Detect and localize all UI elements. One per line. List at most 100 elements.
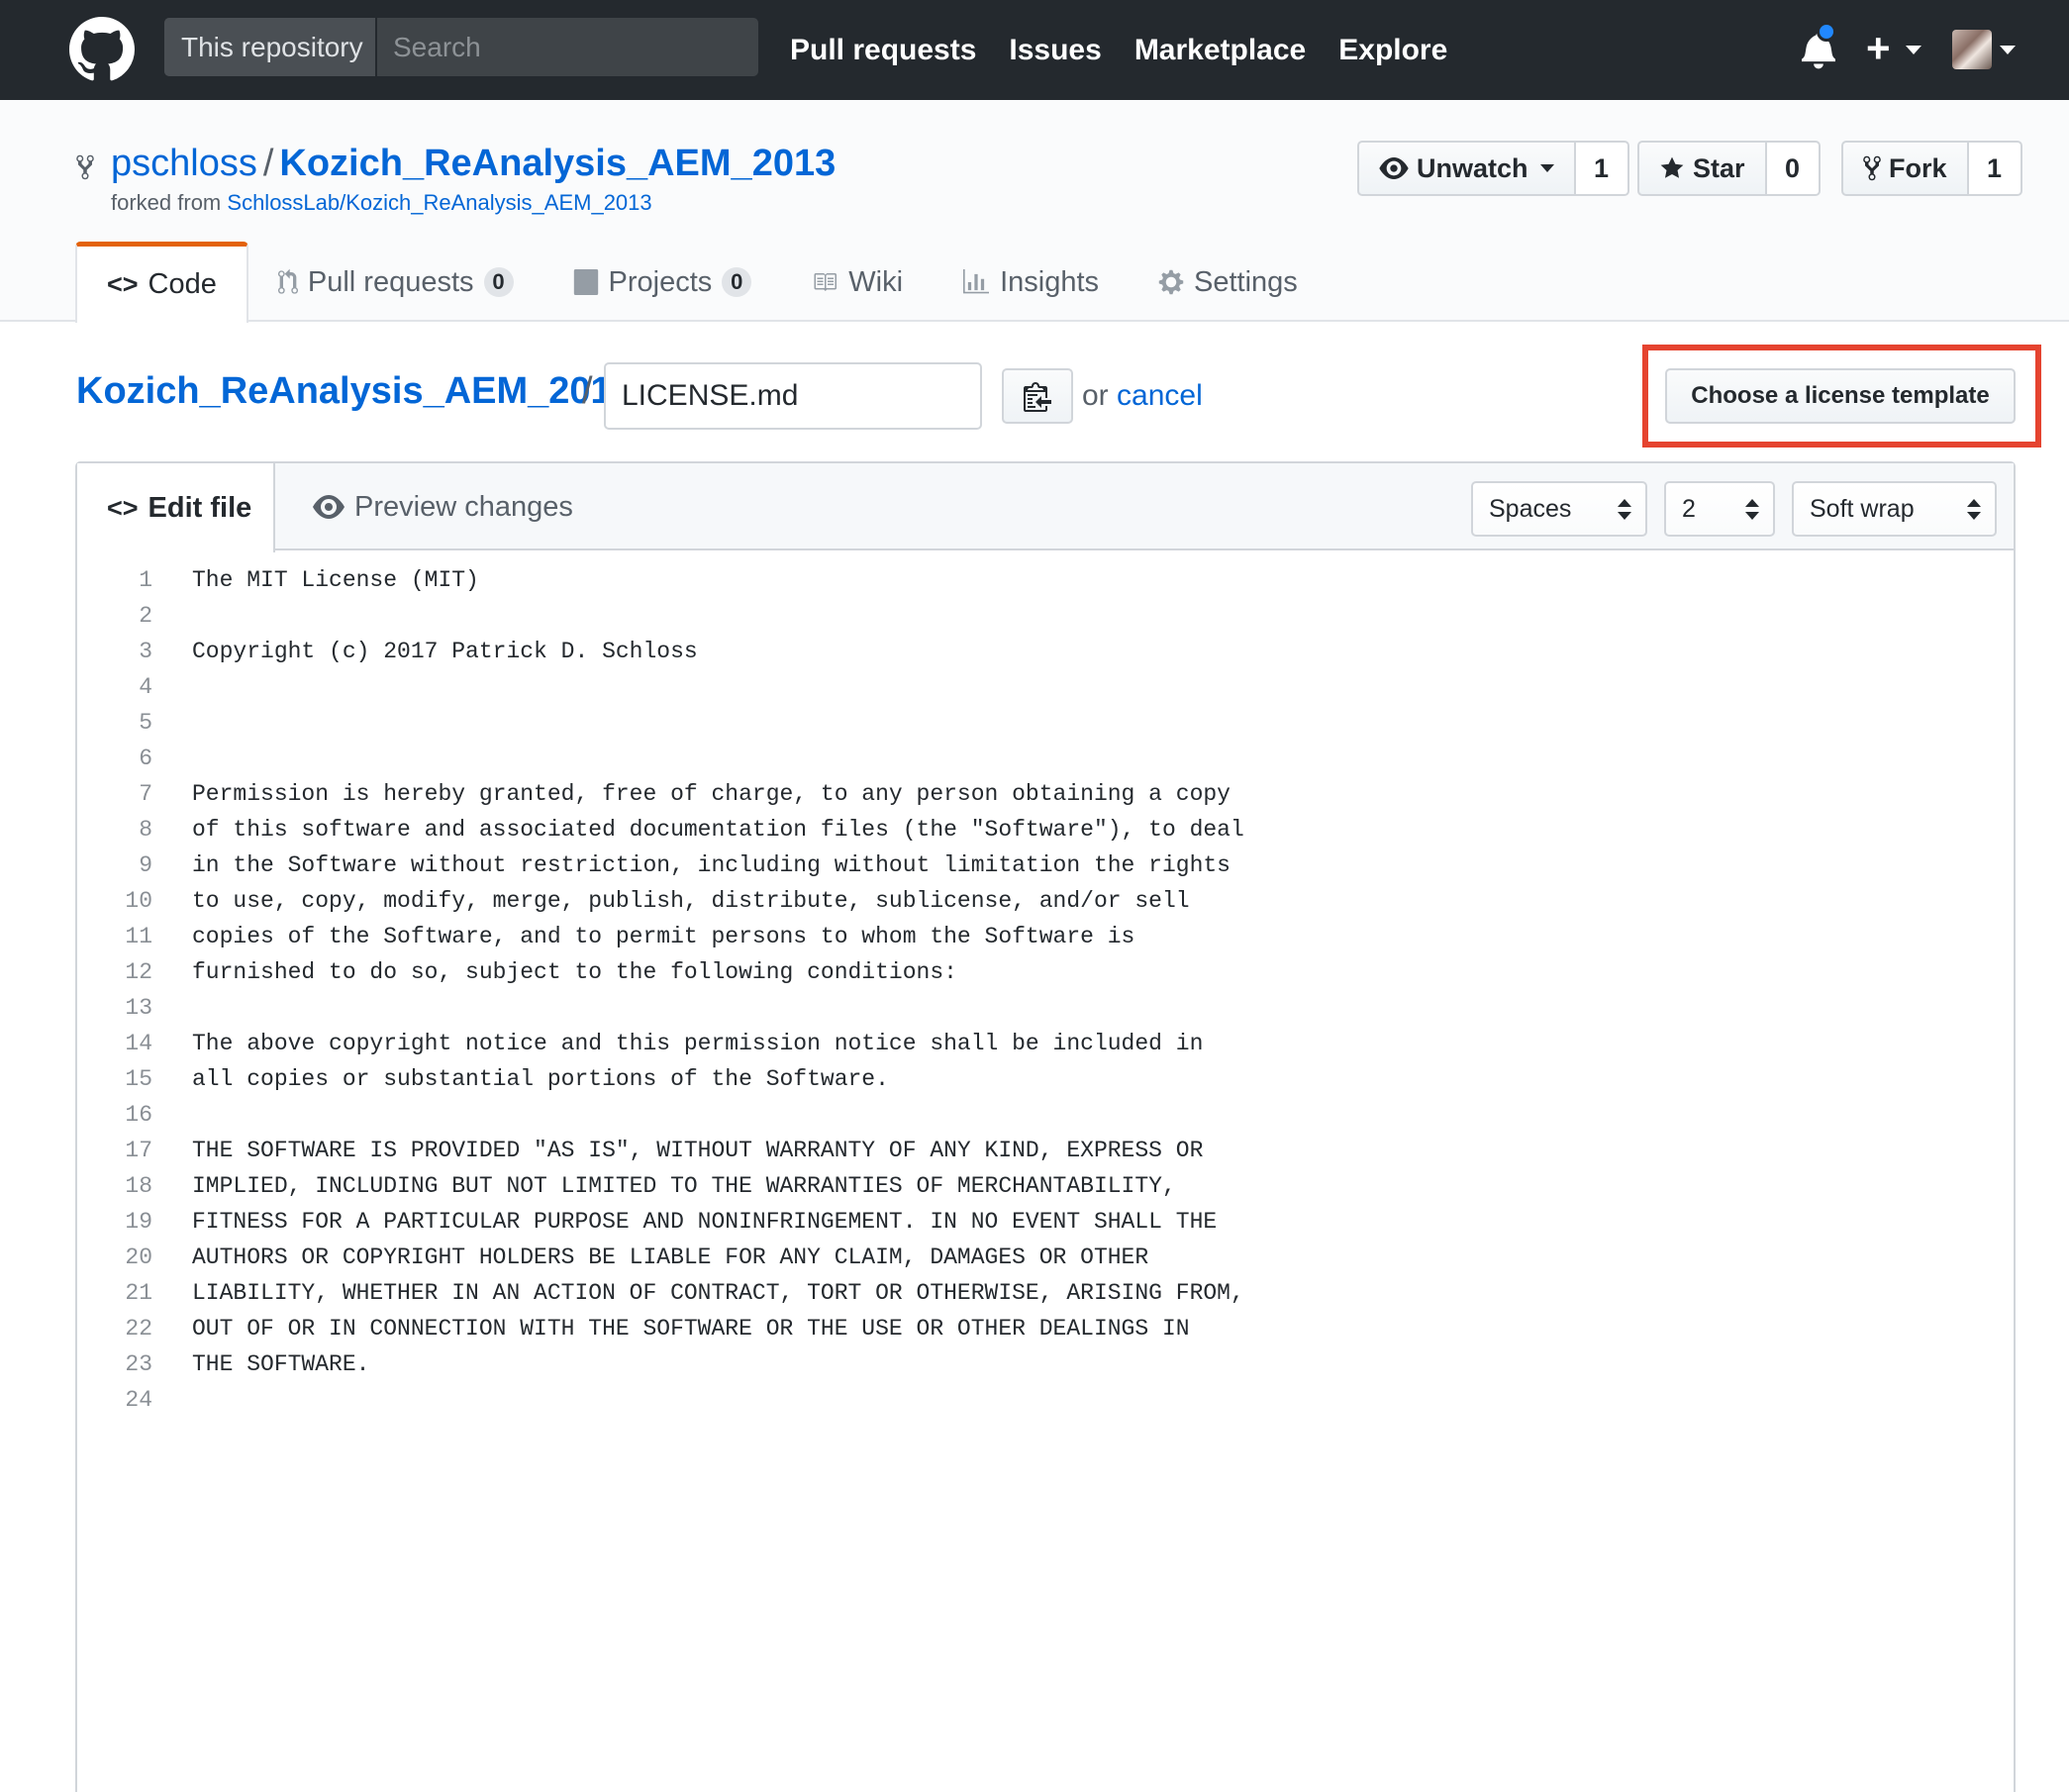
code-line[interactable]: 19 FITNESS FOR A PARTICULAR PURPOSE AND N… [77,1204,2014,1240]
line-text[interactable]: Permission is hereby granted, free of ch… [152,781,1231,807]
wrap-mode-select[interactable]: Soft wrap [1792,481,1997,537]
tab-wiki[interactable]: Wiki [781,242,933,323]
tab-preview-changes-label: Preview changes [354,490,573,523]
line-number: 2 [139,603,152,629]
indent-mode-select[interactable]: Spaces [1471,481,1647,537]
tab-pull-requests[interactable]: Pull requests 0 [248,242,543,323]
star-button[interactable]: Star [1637,141,1767,196]
code-line[interactable]: 9 in the Software without restriction, in… [77,847,2014,883]
line-text[interactable]: copies of the Software, and to permit pe… [152,924,1134,949]
search-scope-label[interactable]: This repository [164,18,377,76]
fork-count[interactable]: 1 [1968,141,2022,196]
line-text[interactable]: furnished to do so, subject to the follo… [152,959,957,985]
code-line[interactable]: 24 [77,1382,2014,1418]
code-line[interactable]: 7 Permission is hereby granted, free of c… [77,776,2014,812]
line-text[interactable]: LIABILITY, WHETHER IN AN ACTION OF CONTR… [152,1280,1244,1306]
code-editor[interactable]: 1 The MIT License (MIT) 2 3 Copyright (c) 20… [77,562,2014,1418]
watch-caret-icon [1539,164,1554,172]
code-line[interactable]: 18 IMPLIED, INCLUDING BUT NOT LIMITED TO … [77,1168,2014,1204]
code-line[interactable]: 1 The MIT License (MIT) [77,562,2014,598]
code-line[interactable]: 4 [77,669,2014,705]
tab-settings[interactable]: Settings [1129,242,1328,323]
code-line[interactable]: 15 all copies or substantial portions of … [77,1061,2014,1097]
code-icon: <> [107,492,139,523]
choose-license-template-button[interactable]: Choose a license template [1665,368,2016,424]
tab-code[interactable]: <> Code [75,242,248,323]
line-text[interactable]: OUT OF OR IN CONNECTION WITH THE SOFTWAR… [152,1316,1190,1342]
cancel-link[interactable]: cancel [1117,379,1203,412]
forked-from: forked from SchlossLab/Kozich_ReAnalysis… [111,190,652,216]
search-input[interactable] [377,18,758,76]
code-line[interactable]: 21 LIABILITY, WHETHER IN AN ACTION OF CON… [77,1275,2014,1311]
code-line[interactable]: 22 OUT OF OR IN CONNECTION WITH THE SOFTW… [77,1311,2014,1346]
line-text[interactable]: Copyright (c) 2017 Patrick D. Schloss [152,639,698,664]
copy-path-button[interactable] [1002,368,1073,424]
fork-group: Fork 1 [1841,141,2022,196]
line-text[interactable]: to use, copy, modify, merge, publish, di… [152,888,1190,914]
nav-pull-requests[interactable]: Pull requests [790,34,976,67]
line-text[interactable]: THE SOFTWARE. [152,1351,369,1377]
breadcrumb-repo-link[interactable]: Kozich_ReAnalysis_AEM_2013 [76,370,633,413]
repo-name-link[interactable]: Kozich_ReAnalysis_AEM_2013 [279,143,836,184]
filename-input[interactable] [604,362,982,430]
star-count[interactable]: 0 [1766,141,1821,196]
line-number: 3 [139,639,152,664]
fork-button[interactable]: Fork [1841,141,1969,196]
line-text[interactable]: of this software and associated document… [152,817,1244,843]
pull-requests-counter: 0 [483,267,514,297]
code-line[interactable]: 3 Copyright (c) 2017 Patrick D. Schloss [77,634,2014,669]
code-line[interactable]: 11 copies of the Software, and to permit … [77,919,2014,954]
line-text[interactable]: all copies or substantial portions of th… [152,1066,889,1092]
star-icon [1660,156,1684,178]
create-new-caret-icon[interactable] [1906,46,1921,54]
fork-icon [1863,155,1881,181]
project-icon [573,269,598,295]
or-text: or [1082,379,1109,412]
eye-icon [1379,157,1409,179]
search-bar: This repository [164,18,758,76]
nav-explore[interactable]: Explore [1338,34,1447,67]
indent-mode-value: Spaces [1489,494,1572,523]
tab-edit-file-label: Edit file [148,491,252,524]
github-logo-icon[interactable] [69,17,135,82]
line-text[interactable]: THE SOFTWARE IS PROVIDED "AS IS", WITHOU… [152,1138,1203,1163]
repo-owner-link[interactable]: pschloss [111,143,257,184]
watch-count[interactable]: 1 [1575,141,1629,196]
line-text[interactable]: The MIT License (MIT) [152,567,479,593]
unwatch-button[interactable]: Unwatch [1357,141,1576,196]
tab-edit-file[interactable]: <> Edit file [77,463,275,552]
line-number: 14 [125,1031,152,1056]
user-avatar[interactable] [1952,30,1992,69]
code-line[interactable]: 8 of this software and associated documen… [77,812,2014,847]
graph-icon [963,269,990,294]
code-line[interactable]: 20 AUTHORS OR COPYRIGHT HOLDERS BE LIABLE… [77,1240,2014,1275]
code-line[interactable]: 23 THE SOFTWARE. [77,1346,2014,1382]
clippy-icon [1024,382,1051,412]
code-line[interactable]: 14 The above copyright notice and this pe… [77,1026,2014,1061]
repo-forked-icon [76,154,94,180]
line-number: 22 [125,1316,152,1342]
user-menu-caret-icon[interactable] [2000,46,2016,54]
line-text[interactable]: AUTHORS OR COPYRIGHT HOLDERS BE LIABLE F… [152,1244,1148,1270]
code-line[interactable]: 16 [77,1097,2014,1133]
create-new-plus-icon[interactable]: + [1866,26,1891,71]
tab-preview-changes[interactable]: Preview changes [313,463,573,550]
code-line[interactable]: 10 to use, copy, modify, merge, publish, … [77,883,2014,919]
line-text[interactable]: FITNESS FOR A PARTICULAR PURPOSE AND NON… [152,1209,1217,1235]
code-line[interactable]: 6 [77,741,2014,776]
nav-issues[interactable]: Issues [1009,34,1101,67]
code-line[interactable]: 5 [77,705,2014,741]
code-line[interactable]: 2 [77,598,2014,634]
nav-marketplace[interactable]: Marketplace [1134,34,1306,67]
forked-source-link[interactable]: SchlossLab/Kozich_ReAnalysis_AEM_2013 [227,190,651,215]
line-text[interactable]: IMPLIED, INCLUDING BUT NOT LIMITED TO TH… [152,1173,1176,1199]
line-text[interactable]: The above copyright notice and this perm… [152,1031,1203,1056]
code-line[interactable]: 17 THE SOFTWARE IS PROVIDED "AS IS", WITH… [77,1133,2014,1168]
line-text[interactable]: in the Software without restriction, inc… [152,852,1231,878]
code-line[interactable]: 12 furnished to do so, subject to the fol… [77,954,2014,990]
tab-insights[interactable]: Insights [933,242,1129,323]
indent-size-select[interactable]: 2 [1664,481,1775,537]
tab-projects[interactable]: Projects 0 [543,242,782,323]
code-line[interactable]: 13 [77,990,2014,1026]
line-number: 17 [125,1138,152,1163]
